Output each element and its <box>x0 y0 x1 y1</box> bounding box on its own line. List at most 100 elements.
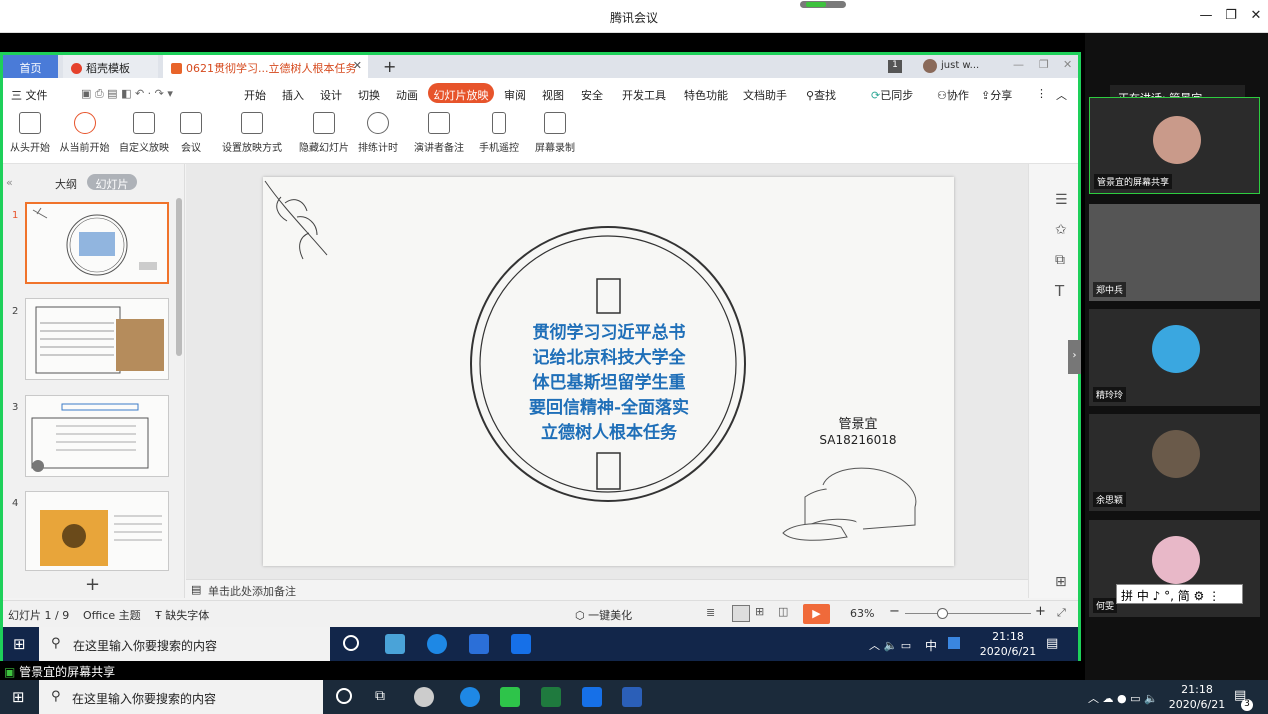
edge-icon[interactable] <box>460 687 480 707</box>
tray-app-icon[interactable] <box>948 637 960 649</box>
grid-icon[interactable]: ⊞ <box>1055 574 1067 590</box>
app-icon[interactable] <box>385 634 405 654</box>
play-from-current-button[interactable]: 从当前开始 <box>57 112 112 154</box>
search-button[interactable]: ⚲查找 <box>806 87 836 103</box>
wps-restore-icon[interactable]: ❐ <box>1039 58 1049 71</box>
menu-slideshow[interactable]: 幻灯片放映 <box>428 83 494 103</box>
windows-start-icon[interactable]: ⊞ <box>12 688 25 706</box>
sorter-view-icon[interactable]: ⊞ <box>755 605 764 618</box>
tab-slides[interactable]: 幻灯片 <box>87 174 137 191</box>
participant-card[interactable]: 精玲玲 <box>1089 309 1260 406</box>
quick-access-icons[interactable]: ▣ ⎙ ▤ ◧ ↶ · ↷ ▾ <box>81 87 173 101</box>
shared-search-box[interactable]: ⚲ 在这里输入你要搜索的内容 <box>39 627 330 661</box>
user-avatar[interactable] <box>923 59 937 73</box>
share-button[interactable]: ⇪分享 <box>981 87 1012 103</box>
tencent-meeting-icon[interactable] <box>511 634 531 654</box>
setup-show-button[interactable]: 设置放映方式 <box>219 112 285 154</box>
menu-view[interactable]: 视图 <box>542 87 564 103</box>
menu-transition[interactable]: 切换 <box>358 87 380 103</box>
presenter-notes-button[interactable]: 演讲者备注 <box>412 112 466 154</box>
cortana-icon[interactable] <box>336 688 352 704</box>
participant-card[interactable]: 管景宜的屏幕共享 <box>1089 97 1260 194</box>
slide-thumb-1[interactable] <box>25 202 169 284</box>
sync-button[interactable]: ⟳已同步 <box>871 87 913 103</box>
zoom-slider-thumb[interactable] <box>937 608 948 619</box>
expand-panel-icon[interactable]: › <box>1068 340 1081 374</box>
cortana-icon[interactable] <box>343 635 359 651</box>
menu-devtools[interactable]: 开发工具 <box>622 87 666 103</box>
word-icon[interactable] <box>622 687 642 707</box>
phone-remote-button[interactable]: 手机遥控 <box>477 112 521 154</box>
search-box[interactable]: ⚲ 在这里输入你要搜索的内容 <box>39 680 323 714</box>
play-slideshow-icon[interactable]: ▶ <box>803 604 830 624</box>
zoom-level[interactable]: 63% <box>850 607 874 620</box>
menu-assistant[interactable]: 文档助手 <box>743 87 787 103</box>
tray-icons[interactable]: ︿ ☁ ● ▭ 🔈 <box>1088 690 1158 706</box>
tab-document[interactable]: 0621贯彻学习...立德树人根本任务 ✕ <box>163 55 368 78</box>
close-tab-icon[interactable]: ✕ <box>353 59 362 72</box>
play-from-start-button[interactable]: 从头开始 <box>9 112 51 154</box>
windows-start-icon[interactable]: ⊞ <box>13 635 26 653</box>
shape-icon[interactable]: ⧉ <box>1055 252 1065 268</box>
ime-indicator[interactable]: 中 <box>925 637 937 654</box>
slide-thumb-4[interactable] <box>25 491 169 571</box>
notes-placeholder[interactable]: 单击此处添加备注 <box>208 583 296 599</box>
wps-minimize-icon[interactable]: — <box>1013 58 1024 71</box>
screen-record-button[interactable]: 屏幕录制 <box>533 112 577 154</box>
hide-slide-button[interactable]: 隐藏幻灯片 <box>297 112 351 154</box>
zoom-slider[interactable] <box>905 613 1031 614</box>
text-icon[interactable]: T <box>1055 282 1064 300</box>
wps-close-icon[interactable]: ✕ <box>1063 58 1072 71</box>
user-name[interactable]: just w... <box>941 60 979 71</box>
menu-home[interactable]: 开始 <box>244 87 266 103</box>
properties-icon[interactable]: ☰ <box>1055 192 1068 208</box>
wechat-icon[interactable] <box>500 687 520 707</box>
wps-icon[interactable] <box>469 634 489 654</box>
tray-icons[interactable]: ︿ 🔈 ▭ <box>869 637 911 653</box>
animation-icon[interactable]: ✩ <box>1055 222 1067 238</box>
collapse-panel-icon[interactable]: « <box>6 176 13 189</box>
menu-animation[interactable]: 动画 <box>396 87 418 103</box>
menu-design[interactable]: 设计 <box>320 87 342 103</box>
normal-view-icon[interactable] <box>732 605 750 622</box>
edge-icon[interactable] <box>427 634 447 654</box>
tab-templates[interactable]: 稻壳模板 <box>63 55 158 78</box>
close-icon[interactable]: ✕ <box>1246 8 1266 23</box>
custom-show-button[interactable]: 自定义放映 <box>117 112 171 154</box>
minimize-icon[interactable]: — <box>1196 8 1216 23</box>
ime-toolbar[interactable]: 拼 中 ♪ °, 简 ⚙ ⋮ <box>1116 584 1243 604</box>
slide-thumb-2[interactable] <box>25 298 169 380</box>
zoom-out-icon[interactable]: − <box>889 604 900 619</box>
task-view-icon[interactable]: ⧉ <box>375 688 385 704</box>
collab-button[interactable]: ⚇协作 <box>937 87 969 103</box>
app-icon[interactable] <box>414 687 434 707</box>
add-slide-icon[interactable]: + <box>85 574 100 595</box>
notes-toggle-icon[interactable]: ≣ <box>706 606 715 619</box>
beautify-button[interactable]: ⬡ 一键美化 <box>575 607 632 623</box>
menu-security[interactable]: 安全 <box>581 87 603 103</box>
more-icon[interactable]: ⋮ <box>1036 87 1047 100</box>
panel-scrollbar[interactable] <box>176 198 182 356</box>
collapse-ribbon-icon[interactable]: ︿ <box>1056 87 1067 103</box>
share-grip-handle[interactable] <box>800 1 846 8</box>
participant-card[interactable]: 郑中兵 <box>1089 204 1260 301</box>
meeting-button[interactable]: 会议 <box>176 112 206 154</box>
participant-card[interactable]: 余思颖 <box>1089 414 1260 511</box>
notification-icon[interactable]: ▤ <box>1046 636 1058 651</box>
menu-features[interactable]: 特色功能 <box>684 87 728 103</box>
slide-thumb-3[interactable] <box>25 395 169 477</box>
rehearse-timing-button[interactable]: 排练计时 <box>355 112 401 154</box>
new-tab-button[interactable]: + <box>383 57 396 76</box>
theme-name[interactable]: Office 主题 <box>83 607 141 623</box>
tab-home[interactable]: 首页 <box>3 55 58 78</box>
menu-file[interactable]: 三 文件 <box>11 87 48 103</box>
restore-icon[interactable]: ❐ <box>1221 8 1241 23</box>
fit-window-icon[interactable]: ⤢ <box>1057 606 1066 620</box>
zoom-in-icon[interactable]: + <box>1035 604 1046 619</box>
current-slide[interactable]: 贯彻学习习近平总书 记给北京科技大学全 体巴基斯坦留学生重 要回信精神-全面落实… <box>263 177 954 566</box>
menu-insert[interactable]: 插入 <box>282 87 304 103</box>
tab-outline[interactable]: 大纲 <box>55 176 77 192</box>
excel-icon[interactable] <box>541 687 561 707</box>
reading-view-icon[interactable]: ◫ <box>778 605 788 618</box>
menu-review[interactable]: 审阅 <box>504 87 526 103</box>
